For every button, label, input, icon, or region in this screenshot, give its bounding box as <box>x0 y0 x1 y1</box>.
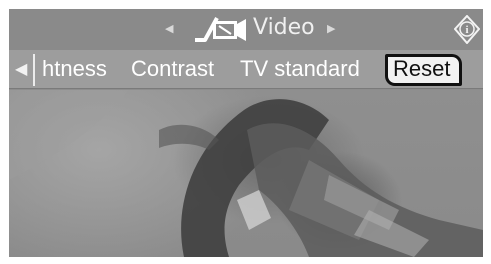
info-glyph: i <box>465 24 468 36</box>
tv-screen: ◀ Video ▶ i ◀ htness Contrast TV standar… <box>9 9 483 257</box>
menu-scroll-left[interactable]: ◀ <box>9 54 35 86</box>
nav-right-arrow-icon[interactable]: ▶ <box>327 22 335 36</box>
nav-left-arrow-icon[interactable]: ◀ <box>165 22 173 36</box>
menu-item-contrast[interactable]: Contrast <box>131 54 214 86</box>
video-preview <box>9 90 483 257</box>
header-bar: ◀ Video ▶ i <box>9 9 483 50</box>
menu-item-brightness[interactable]: htness <box>42 54 107 86</box>
settings-menu: ◀ htness Contrast TV standard Reset <box>9 50 483 89</box>
scroll-left-icon: ◀ <box>15 59 28 78</box>
menu-item-reset[interactable]: Reset <box>385 54 462 86</box>
video-frame-image <box>9 90 483 257</box>
video-camera-icon <box>195 17 246 42</box>
menu-item-tv-standard[interactable]: TV standard <box>240 54 360 86</box>
info-icon[interactable]: i <box>454 15 480 44</box>
header-title: Video <box>253 15 315 40</box>
